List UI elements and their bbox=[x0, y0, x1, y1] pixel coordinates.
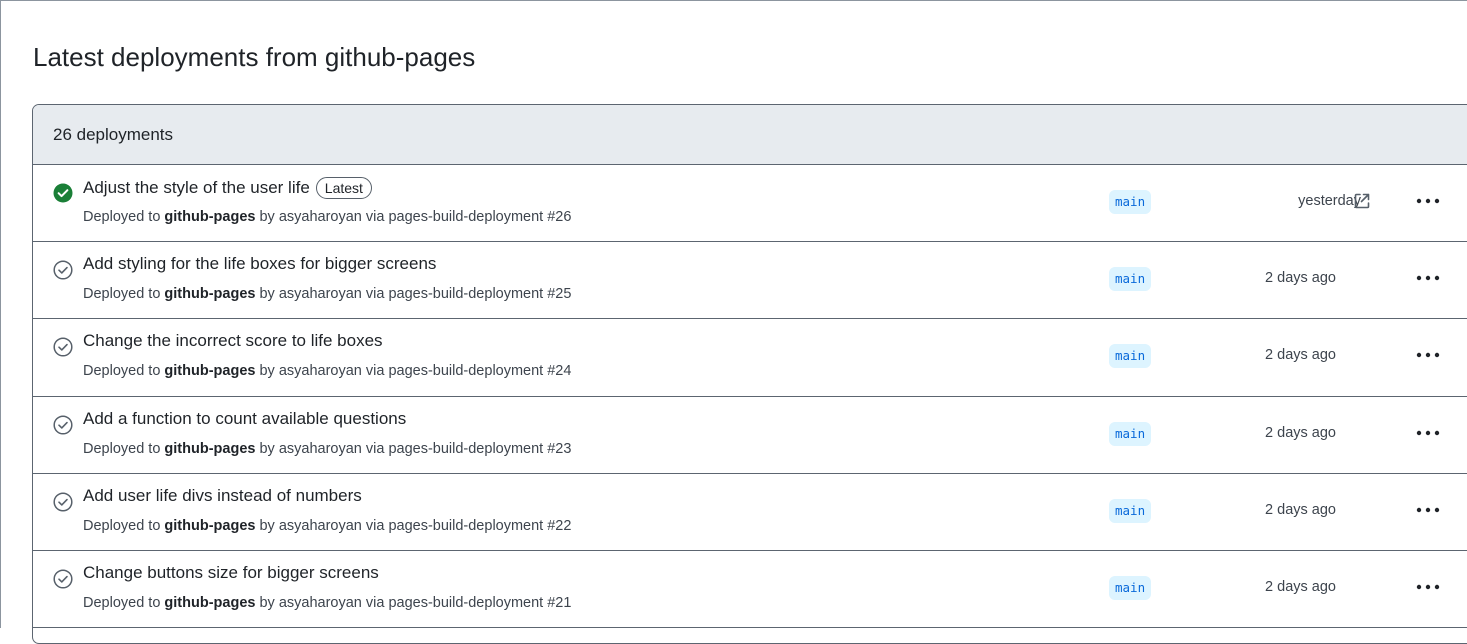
deployment-row[interactable]: Change the incorrect score to life boxes… bbox=[33, 319, 1467, 397]
deployment-row[interactable]: Add a function to count available questi… bbox=[33, 397, 1467, 474]
kebab-horizontal-icon[interactable] bbox=[1416, 503, 1440, 517]
deployed-prefix: Deployed to bbox=[83, 363, 161, 380]
environment-link[interactable]: github-pages bbox=[164, 441, 255, 457]
environment-link[interactable]: github-pages bbox=[164, 518, 255, 534]
deployment-title[interactable]: Add user life divs instead of numbers bbox=[83, 486, 362, 506]
deployment-meta: Deployed to github-pages by asyaharoyan … bbox=[83, 518, 571, 534]
deployment-title[interactable]: Change the incorrect score to life boxes bbox=[83, 331, 383, 351]
branch-label[interactable]: main bbox=[1109, 344, 1152, 369]
latest-badge: Latest bbox=[315, 177, 372, 199]
page-frame: Latest deployments from github-pages 26 … bbox=[0, 0, 1467, 644]
check-circle-icon bbox=[53, 260, 73, 280]
deployed-prefix: Deployed to bbox=[83, 440, 161, 457]
deployment-by-text: by asyaharoyan via pages-build-deploymen… bbox=[259, 517, 572, 534]
environment-link[interactable]: github-pages bbox=[164, 209, 255, 225]
deployment-meta: Deployed to github-pages by asyaharoyan … bbox=[83, 363, 571, 379]
environment-link[interactable]: github-pages bbox=[164, 595, 255, 611]
deployment-row[interactable]: Adjust the style of the user life Latest… bbox=[33, 165, 1467, 243]
kebab-horizontal-icon[interactable] bbox=[1416, 580, 1440, 594]
deployment-time: 2 days ago bbox=[1265, 270, 1336, 287]
check-circle-icon bbox=[53, 337, 73, 357]
deployed-prefix: Deployed to bbox=[83, 517, 161, 534]
deployment-by-text: by asyaharoyan via pages-build-deploymen… bbox=[259, 286, 572, 303]
branch-label[interactable]: main bbox=[1109, 498, 1152, 523]
deployment-time: 2 days ago bbox=[1265, 578, 1336, 595]
deployment-meta: Deployed to github-pages by asyaharoyan … bbox=[83, 441, 571, 457]
deployment-title[interactable]: Change buttons size for bigger screens bbox=[83, 563, 379, 583]
deployments-list: 26 deployments Adjust the style of the u… bbox=[32, 104, 1467, 644]
deployment-by-text: by asyaharoyan via pages-build-deploymen… bbox=[259, 209, 572, 225]
environment-link[interactable]: github-pages bbox=[164, 363, 255, 379]
deployment-time: yesterday bbox=[1298, 193, 1361, 209]
deployed-prefix: Deployed to bbox=[83, 209, 161, 225]
deployment-by-text: by asyaharoyan via pages-build-deploymen… bbox=[259, 440, 572, 457]
check-circle-icon bbox=[53, 569, 73, 589]
deployment-time: 2 days ago bbox=[1265, 501, 1336, 518]
kebab-horizontal-icon[interactable] bbox=[1416, 426, 1440, 440]
branch-label[interactable]: main bbox=[1109, 267, 1152, 292]
branch-label[interactable]: main bbox=[1109, 575, 1152, 600]
page-title: Latest deployments from github-pages bbox=[33, 42, 476, 72]
deployed-prefix: Deployed to bbox=[83, 286, 161, 303]
deployment-row[interactable]: Add styling for the life boxes for bigge… bbox=[33, 242, 1467, 320]
check-circle-icon bbox=[53, 415, 73, 435]
check-circle-icon bbox=[53, 492, 73, 512]
deployment-row[interactable]: Change buttons size for bigger screens D… bbox=[33, 551, 1467, 629]
deployed-prefix: Deployed to bbox=[83, 594, 161, 611]
deployments-list-header: 26 deployments bbox=[33, 105, 1467, 165]
external-link-icon[interactable] bbox=[1353, 192, 1371, 210]
kebab-horizontal-icon[interactable] bbox=[1416, 194, 1440, 208]
environment-link[interactable]: github-pages bbox=[164, 286, 255, 302]
deployments-count: 26 deployments bbox=[53, 124, 174, 144]
deployment-time: 2 days ago bbox=[1265, 424, 1336, 441]
kebab-horizontal-icon[interactable] bbox=[1416, 348, 1440, 362]
check-circle-fill-icon bbox=[53, 183, 73, 203]
deployment-meta: Deployed to github-pages by asyaharoyan … bbox=[83, 595, 571, 611]
deployment-title[interactable]: Add a function to count available questi… bbox=[83, 409, 406, 429]
deployment-by-text: by asyaharoyan via pages-build-deploymen… bbox=[259, 363, 572, 380]
branch-label[interactable]: main bbox=[1109, 190, 1152, 214]
deployment-title[interactable]: Adjust the style of the user life bbox=[83, 178, 310, 198]
deployment-time: 2 days ago bbox=[1265, 347, 1336, 364]
kebab-horizontal-icon[interactable] bbox=[1416, 271, 1440, 285]
branch-label[interactable]: main bbox=[1109, 421, 1152, 446]
deployment-title[interactable]: Add styling for the life boxes for bigge… bbox=[83, 254, 436, 274]
deployment-row[interactable]: Add user life divs instead of numbers De… bbox=[33, 474, 1467, 551]
deployment-by-text: by asyaharoyan via pages-build-deploymen… bbox=[259, 594, 572, 611]
deployment-meta: Deployed to github-pages by asyaharoyan … bbox=[83, 286, 571, 302]
deployment-meta: Deployed to github-pages by asyaharoyan … bbox=[83, 209, 571, 225]
